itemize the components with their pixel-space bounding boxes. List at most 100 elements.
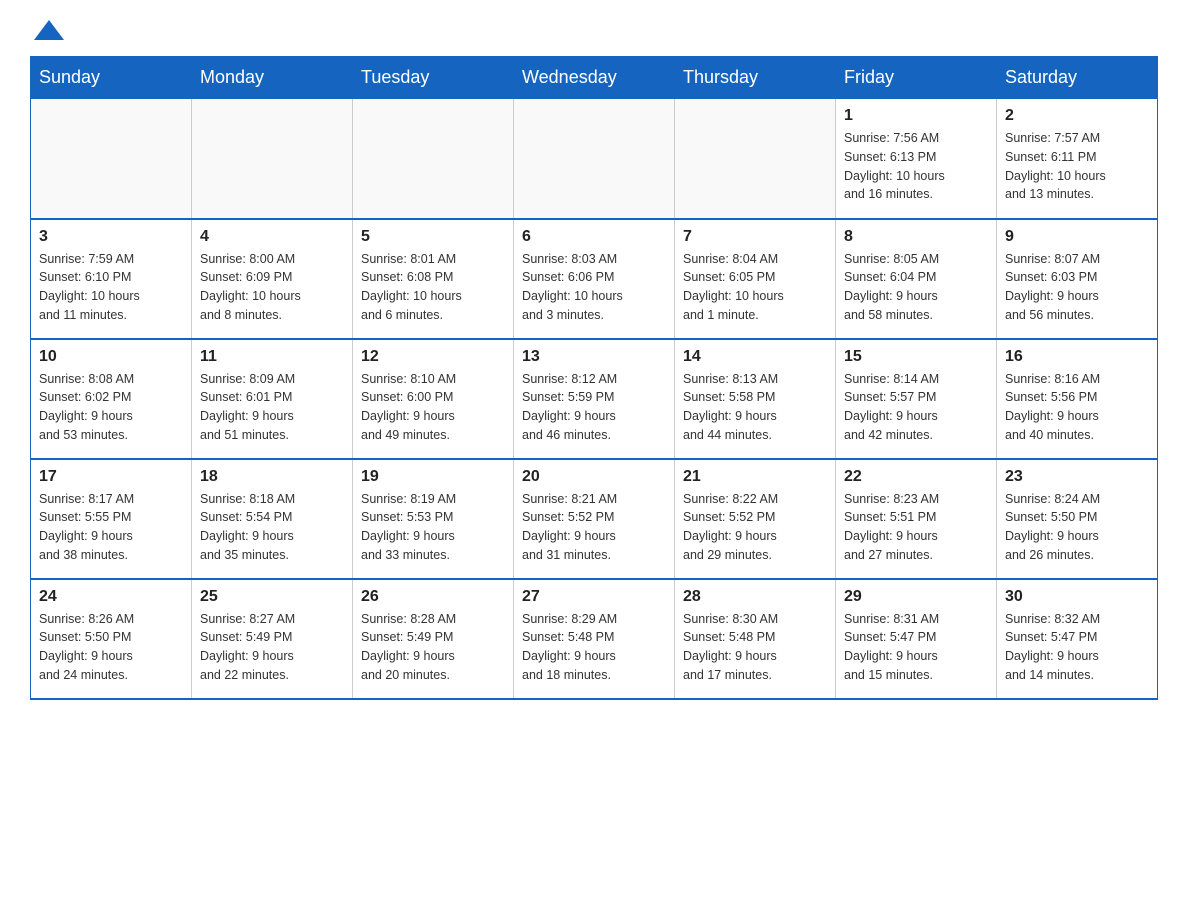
day-info: Sunrise: 8:09 AM Sunset: 6:01 PM Dayligh…	[200, 370, 344, 445]
day-info: Sunrise: 8:23 AM Sunset: 5:51 PM Dayligh…	[844, 490, 988, 565]
calendar-cell: 23 Sunrise: 8:24 AM Sunset: 5:50 PM Dayli…	[997, 459, 1158, 579]
calendar-cell: 14 Sunrise: 8:13 AM Sunset: 5:58 PM Dayli…	[675, 339, 836, 459]
calendar-cell: 5 Sunrise: 8:01 AM Sunset: 6:08 PM Daylig…	[353, 219, 514, 339]
day-number: 2	[1005, 107, 1149, 125]
day-number: 1	[844, 107, 988, 125]
day-number: 16	[1005, 348, 1149, 366]
day-number: 3	[39, 228, 183, 246]
day-number: 22	[844, 468, 988, 486]
day-number: 19	[361, 468, 505, 486]
calendar-cell: 29Sunrise: 8:31 AM Sunset: 5:47 PM Dayli…	[836, 579, 997, 699]
day-info: Sunrise: 8:30 AM Sunset: 5:48 PM Dayligh…	[683, 610, 827, 685]
day-number: 5	[361, 228, 505, 246]
day-number: 29	[844, 588, 988, 606]
weekday-header-monday: Monday	[192, 57, 353, 99]
calendar-week-2: 3Sunrise: 7:59 AM Sunset: 6:10 PM Daylig…	[31, 219, 1158, 339]
day-number: 6	[522, 228, 666, 246]
day-number: 24	[39, 588, 183, 606]
calendar-header: SundayMondayTuesdayWednesdayThursdayFrid…	[31, 57, 1158, 99]
day-info: Sunrise: 7:56 AM Sunset: 6:13 PM Dayligh…	[844, 129, 988, 204]
day-info: Sunrise: 8:21 AM Sunset: 5:52 PM Dayligh…	[522, 490, 666, 565]
calendar-cell: 20 Sunrise: 8:21 AM Sunset: 5:52 PM Dayli…	[514, 459, 675, 579]
logo-triangle-icon	[34, 20, 64, 40]
day-info: Sunrise: 8:00 AM Sunset: 6:09 PM Dayligh…	[200, 250, 344, 325]
weekday-header-tuesday: Tuesday	[353, 57, 514, 99]
calendar-cell: 13 Sunrise: 8:12 AM Sunset: 5:59 PM Dayli…	[514, 339, 675, 459]
calendar-cell: 22 Sunrise: 8:23 AM Sunset: 5:51 PM Dayli…	[836, 459, 997, 579]
calendar-cell: 3Sunrise: 7:59 AM Sunset: 6:10 PM Daylig…	[31, 219, 192, 339]
calendar-cell: 1 Sunrise: 7:56 AM Sunset: 6:13 PM Daylig…	[836, 99, 997, 219]
weekday-header-saturday: Saturday	[997, 57, 1158, 99]
calendar-cell: 21 Sunrise: 8:22 AM Sunset: 5:52 PM Dayli…	[675, 459, 836, 579]
weekday-header-friday: Friday	[836, 57, 997, 99]
calendar-cell: 12Sunrise: 8:10 AM Sunset: 6:00 PM Dayli…	[353, 339, 514, 459]
day-info: Sunrise: 8:04 AM Sunset: 6:05 PM Dayligh…	[683, 250, 827, 325]
calendar-body: 1 Sunrise: 7:56 AM Sunset: 6:13 PM Daylig…	[31, 99, 1158, 699]
day-number: 28	[683, 588, 827, 606]
calendar-cell: 25 Sunrise: 8:27 AM Sunset: 5:49 PM Dayli…	[192, 579, 353, 699]
calendar-cell: 28 Sunrise: 8:30 AM Sunset: 5:48 PM Dayli…	[675, 579, 836, 699]
calendar-cell: 7Sunrise: 8:04 AM Sunset: 6:05 PM Daylig…	[675, 219, 836, 339]
calendar-cell: 10 Sunrise: 8:08 AM Sunset: 6:02 PM Dayli…	[31, 339, 192, 459]
day-info: Sunrise: 8:05 AM Sunset: 6:04 PM Dayligh…	[844, 250, 988, 325]
day-info: Sunrise: 8:27 AM Sunset: 5:49 PM Dayligh…	[200, 610, 344, 685]
calendar-table: SundayMondayTuesdayWednesdayThursdayFrid…	[30, 56, 1158, 700]
calendar-cell: 26Sunrise: 8:28 AM Sunset: 5:49 PM Dayli…	[353, 579, 514, 699]
day-info: Sunrise: 8:24 AM Sunset: 5:50 PM Dayligh…	[1005, 490, 1149, 565]
day-number: 15	[844, 348, 988, 366]
day-info: Sunrise: 8:13 AM Sunset: 5:58 PM Dayligh…	[683, 370, 827, 445]
calendar-cell: 2 Sunrise: 7:57 AM Sunset: 6:11 PM Daylig…	[997, 99, 1158, 219]
calendar-cell: 24 Sunrise: 8:26 AM Sunset: 5:50 PM Dayli…	[31, 579, 192, 699]
calendar-cell: 16 Sunrise: 8:16 AM Sunset: 5:56 PM Dayli…	[997, 339, 1158, 459]
calendar-cell: 8 Sunrise: 8:05 AM Sunset: 6:04 PM Daylig…	[836, 219, 997, 339]
calendar-cell: 15 Sunrise: 8:14 AM Sunset: 5:57 PM Dayli…	[836, 339, 997, 459]
logo-line1	[30, 20, 64, 40]
day-info: Sunrise: 8:14 AM Sunset: 5:57 PM Dayligh…	[844, 370, 988, 445]
day-number: 11	[200, 348, 344, 366]
calendar-cell	[31, 99, 192, 219]
day-info: Sunrise: 8:32 AM Sunset: 5:47 PM Dayligh…	[1005, 610, 1149, 685]
calendar-cell: 30Sunrise: 8:32 AM Sunset: 5:47 PM Dayli…	[997, 579, 1158, 699]
day-number: 25	[200, 588, 344, 606]
calendar-cell	[675, 99, 836, 219]
day-info: Sunrise: 8:07 AM Sunset: 6:03 PM Dayligh…	[1005, 250, 1149, 325]
day-info: Sunrise: 8:03 AM Sunset: 6:06 PM Dayligh…	[522, 250, 666, 325]
day-info: Sunrise: 8:18 AM Sunset: 5:54 PM Dayligh…	[200, 490, 344, 565]
calendar-week-4: 17Sunrise: 8:17 AM Sunset: 5:55 PM Dayli…	[31, 459, 1158, 579]
day-number: 9	[1005, 228, 1149, 246]
calendar-week-3: 10 Sunrise: 8:08 AM Sunset: 6:02 PM Dayli…	[31, 339, 1158, 459]
day-info: Sunrise: 8:22 AM Sunset: 5:52 PM Dayligh…	[683, 490, 827, 565]
weekday-header-wednesday: Wednesday	[514, 57, 675, 99]
day-info: Sunrise: 7:57 AM Sunset: 6:11 PM Dayligh…	[1005, 129, 1149, 204]
day-number: 18	[200, 468, 344, 486]
day-info: Sunrise: 8:26 AM Sunset: 5:50 PM Dayligh…	[39, 610, 183, 685]
day-number: 10	[39, 348, 183, 366]
weekday-header-thursday: Thursday	[675, 57, 836, 99]
day-info: Sunrise: 8:10 AM Sunset: 6:00 PM Dayligh…	[361, 370, 505, 445]
day-number: 20	[522, 468, 666, 486]
day-info: Sunrise: 8:12 AM Sunset: 5:59 PM Dayligh…	[522, 370, 666, 445]
page-header	[30, 20, 1158, 36]
day-number: 23	[1005, 468, 1149, 486]
calendar-cell	[353, 99, 514, 219]
day-info: Sunrise: 8:01 AM Sunset: 6:08 PM Dayligh…	[361, 250, 505, 325]
calendar-cell: 18 Sunrise: 8:18 AM Sunset: 5:54 PM Dayli…	[192, 459, 353, 579]
calendar-cell: 6 Sunrise: 8:03 AM Sunset: 6:06 PM Daylig…	[514, 219, 675, 339]
weekday-header-sunday: Sunday	[31, 57, 192, 99]
logo	[30, 20, 64, 36]
calendar-cell	[192, 99, 353, 219]
calendar-cell: 17Sunrise: 8:17 AM Sunset: 5:55 PM Dayli…	[31, 459, 192, 579]
day-number: 13	[522, 348, 666, 366]
day-number: 14	[683, 348, 827, 366]
calendar-cell: 4 Sunrise: 8:00 AM Sunset: 6:09 PM Daylig…	[192, 219, 353, 339]
calendar-cell: 19 Sunrise: 8:19 AM Sunset: 5:53 PM Dayli…	[353, 459, 514, 579]
day-number: 26	[361, 588, 505, 606]
weekday-header-row: SundayMondayTuesdayWednesdayThursdayFrid…	[31, 57, 1158, 99]
day-number: 8	[844, 228, 988, 246]
day-info: Sunrise: 8:19 AM Sunset: 5:53 PM Dayligh…	[361, 490, 505, 565]
day-info: Sunrise: 8:16 AM Sunset: 5:56 PM Dayligh…	[1005, 370, 1149, 445]
day-number: 4	[200, 228, 344, 246]
day-info: Sunrise: 8:29 AM Sunset: 5:48 PM Dayligh…	[522, 610, 666, 685]
day-info: Sunrise: 8:08 AM Sunset: 6:02 PM Dayligh…	[39, 370, 183, 445]
day-number: 21	[683, 468, 827, 486]
